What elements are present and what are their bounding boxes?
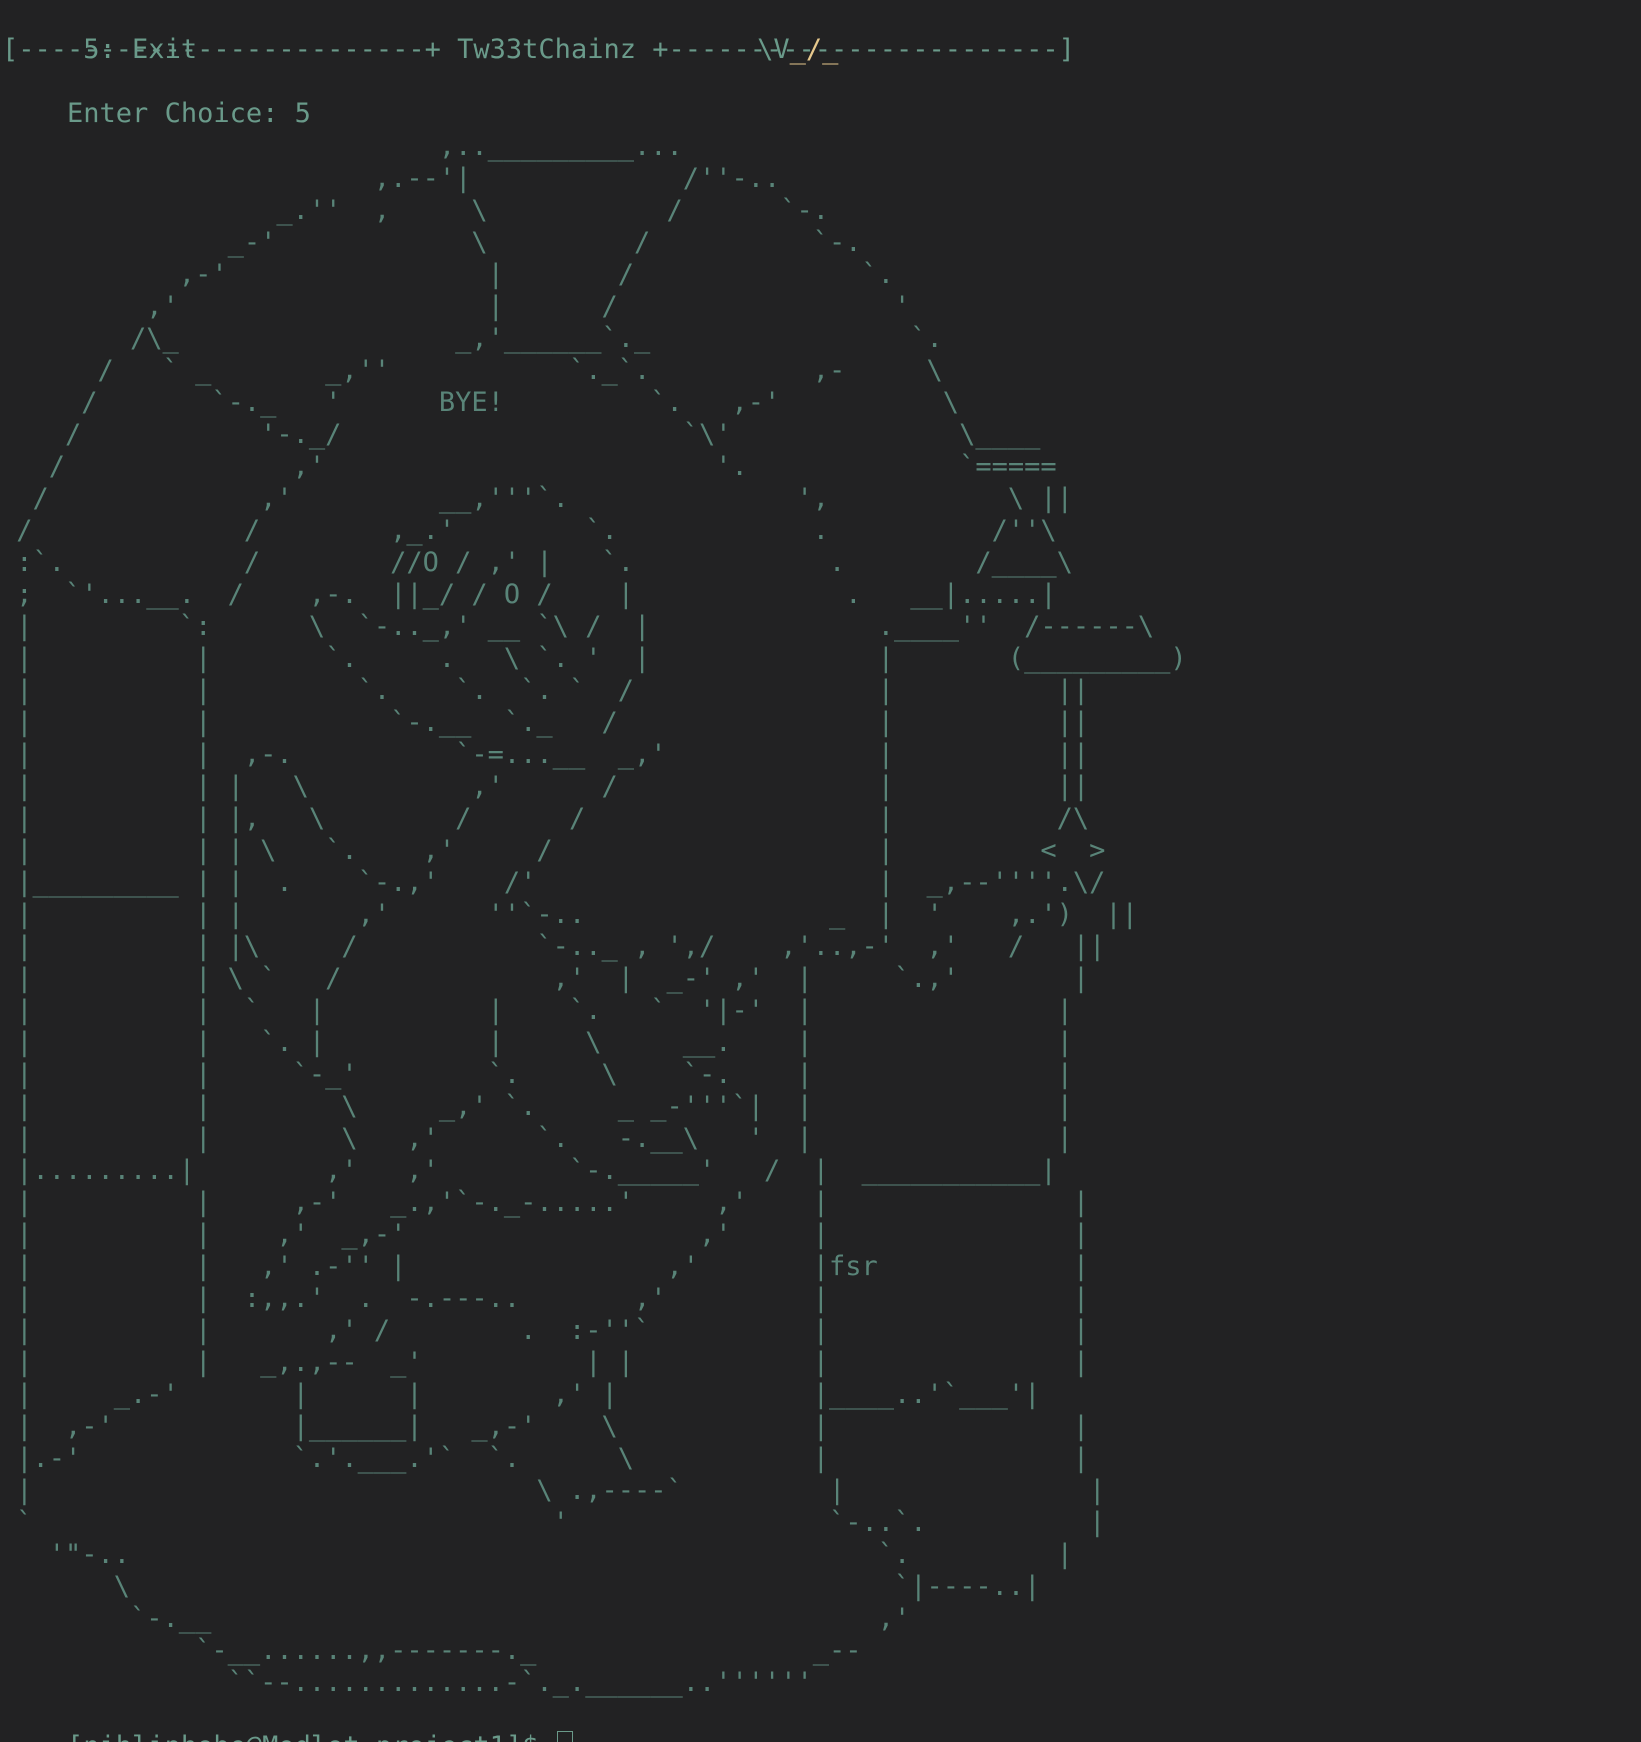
ascii-art-line: |.-' `.'.___.'` `. \ | |: [0, 1443, 1090, 1474]
ascii-art-line: `-__......,,-------._ _--: [0, 1635, 862, 1666]
ascii-art-line: | | | \ `. ,' / | < >: [0, 835, 1106, 866]
ascii-art-line: | | ,' / . :-''` | |: [0, 1315, 1090, 1346]
terminal-cursor: [556, 1731, 573, 1742]
ascii-art-line: | | `-.__ `._ / | ||: [0, 707, 1090, 738]
choice-prompt-value: 5: [294, 98, 311, 129]
ascii-art-line: | | _,.,-- _' | | | |: [0, 1347, 1090, 1378]
choice-prompt-label: Enter Choice:: [67, 98, 295, 129]
ascii-art-line: | | \ ,' `. -.__\ ' | |: [0, 1123, 1073, 1154]
ascii-art-line: / / ,_.' `. . /''\: [0, 515, 1057, 546]
ascii-art-line: | | ,' _,-' ,' | |: [0, 1219, 1090, 1250]
shell-prompt-line[interactable]: [nihliphobe@Modlot project1]$: [2, 1699, 573, 1742]
ascii-art-line: _.'' , \ / `-.: [0, 195, 830, 226]
ascii-art-line: | | | ,' ''`-.. _ | ' ,.') ||: [0, 899, 1138, 930]
ascii-art-line: | \ .,----` | |: [0, 1475, 1106, 1506]
ascii-art-line: | _.-' | | ,' | |____..'`___'|: [0, 1379, 1041, 1410]
ascii-art-line: ,.._________...: [0, 131, 683, 162]
ascii-art-line: / `-._ ' BYE! `. ,-' \: [0, 387, 960, 418]
ascii-art-line: | | ,-. `-=...__ _,' | ||: [0, 739, 1090, 770]
ascii-art-line: / ,' __,'''`. ', \ ||: [0, 483, 1073, 514]
ascii-art-line: | | \ ` / ,' | _-' ,' | `.,' |: [0, 963, 1090, 994]
ascii-art-line: | | ,-' _.,'`-._-.....' ,' | |: [0, 1187, 1090, 1218]
ascii-art-line: |.........| ,' ,' `-._____' / | ________…: [0, 1155, 1057, 1186]
ascii-art-line: |_________ | | . `-.,' /' | _,--''''.\/: [0, 867, 1106, 898]
ascii-art-line: | | |\ / `-.._ , ',/ ,'..,-' ,' / ||: [0, 931, 1106, 962]
ascii-art-line: / ` _ _,'' `._`. ,- \: [0, 355, 943, 386]
ascii-art-line: | | `-_' `. \ `-. | |: [0, 1059, 1073, 1090]
ascii-art-line: | | `. `. `. ` / | ||: [0, 675, 1090, 706]
ascii-art-line: | | | \ ,' / | ||: [0, 771, 1090, 802]
ascii-art-line: \ `|----..|: [0, 1571, 1041, 1602]
menu-exit-line: 5: Exit \V_/_: [2, 2, 838, 65]
ascii-art-birdhouse: ,.._________... ,.--'| /''-.. _.'' , \ /…: [0, 131, 1187, 1699]
ascii-art-line: | ,-' |______| _,-' \ | |: [0, 1411, 1090, 1442]
app-banner: [-------------------------+ Tw33tChainz …: [2, 34, 1075, 65]
ascii-art-line: | | :,,.' . -.---.. ,' | |: [0, 1283, 1090, 1314]
ascii-art-line: ; `'...__. / ,-. ||_/ / O / | . __|.....…: [0, 579, 1057, 610]
ascii-art-line: ,' | / ': [0, 291, 911, 322]
ascii-art-line: / '-._/ `\' \____: [0, 419, 1041, 450]
ascii-art-line: `-.__ ,': [0, 1603, 911, 1634]
terminal-window[interactable]: 5: Exit \V_/_ [-------------------------+…: [0, 0, 1641, 1742]
ascii-art-line: | | `. | | \ __. | |: [0, 1027, 1073, 1058]
ascii-art-line: | | \ _,' `. _ _-'''`| | |: [0, 1091, 1073, 1122]
ascii-art-line: ``--.............-`._.______..'''''': [0, 1667, 813, 1698]
ascii-art-line: :`. / //O / ,' | `. . /____\: [0, 547, 1073, 578]
choice-prompt-line: Enter Choice: 5: [2, 66, 311, 129]
ascii-art-line: | | ,' .-'' | ,' |fsr |: [0, 1251, 1090, 1282]
ascii-art-line: _-' \ / `-.: [0, 227, 862, 258]
ascii-art-line: /\_ _,'______`._ `.: [0, 323, 943, 354]
ascii-art-line: / ,' '. `=====: [0, 451, 1057, 482]
ascii-art-line: ,-' | / `.: [0, 259, 895, 290]
ascii-art-line: '"-.. `. |: [0, 1539, 1073, 1570]
ascii-art-line: | | |, \ / / | /\: [0, 803, 1090, 834]
ascii-art-line: ` ' `-..`. |: [0, 1507, 1106, 1538]
ascii-art-line: ,.--'| /''-..: [0, 163, 781, 194]
ascii-art-line: | | `. . \ `. ' | | (_________): [0, 643, 1187, 674]
shell-prompt: [nihliphobe@Modlot project1]$: [67, 1731, 555, 1742]
ascii-art-line: | `: \ `-.._,' __ `\ / | .____'' /------…: [0, 611, 1155, 642]
ascii-art-line: | | ` | | `. ` '|-' | |: [0, 995, 1073, 1026]
